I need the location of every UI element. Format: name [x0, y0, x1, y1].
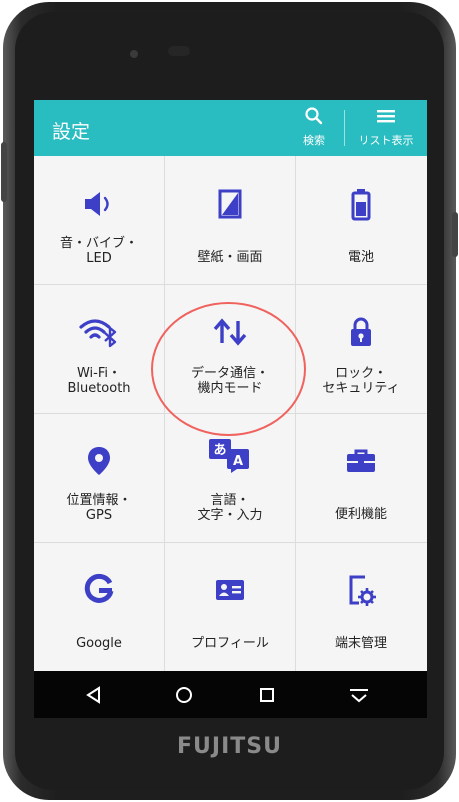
language-icon: あ A: [209, 439, 249, 473]
settings-item-label: Wi-Fi・ Bluetooth: [67, 366, 131, 396]
location-icon: [88, 447, 110, 475]
search-label: 検索: [303, 134, 325, 147]
settings-item-label: プロフィール: [191, 636, 269, 651]
recents-button[interactable]: [237, 671, 297, 718]
page-title: 設定: [52, 121, 91, 143]
toolbox-icon: [347, 449, 375, 472]
settings-item-label: 位置情報・ GPS: [66, 493, 132, 523]
navigation-bar: [34, 671, 427, 718]
back-icon: [86, 685, 100, 704]
power-side-button: [452, 212, 458, 257]
back-button[interactable]: [64, 671, 124, 718]
front-camera: [130, 50, 138, 58]
google-icon: [84, 573, 114, 603]
settings-item-label: 電池: [347, 250, 374, 265]
proximity-sensor: [168, 46, 190, 56]
settings-item-device-admin[interactable]: 端末管理: [296, 542, 426, 669]
home-button[interactable]: [154, 671, 214, 718]
volume-side-button: [1, 142, 7, 202]
svg-text:あ: あ: [213, 443, 226, 458]
dropdown-button[interactable]: [329, 671, 389, 718]
highlight-circle: [151, 302, 306, 436]
wifi-bluetooth-icon: [79, 319, 117, 348]
settings-item-google[interactable]: Google: [34, 542, 164, 669]
settings-item-label: 壁紙・画面: [197, 250, 263, 265]
settings-item-label: 便利機能: [334, 507, 387, 522]
settings-item-wifi-bluetooth[interactable]: Wi-Fi・ Bluetooth: [34, 284, 164, 411]
list-view-button[interactable]: リスト表示: [350, 106, 422, 152]
app-bar-divider: [344, 110, 345, 146]
settings-item-battery[interactable]: 電池: [296, 156, 426, 283]
grid-divider: [34, 542, 427, 543]
settings-item-location[interactable]: 位置情報・ GPS: [34, 413, 164, 540]
home-icon: [176, 686, 192, 703]
wallpaper-icon: [218, 189, 242, 219]
settings-item-label: Google: [76, 636, 122, 651]
svg-text:A: A: [233, 454, 243, 469]
dropdown-icon: [350, 688, 368, 702]
profile-icon: [216, 580, 244, 600]
app-bar: 設定 検索 リスト表示: [34, 100, 427, 156]
search-button[interactable]: 検索: [290, 106, 338, 152]
brand-logo: FUJITSU: [177, 734, 282, 759]
menu-icon: [377, 110, 395, 123]
device-admin-icon: [349, 575, 376, 606]
settings-item-label: ロック・ セキュリティ: [322, 366, 400, 396]
battery-icon: [351, 189, 371, 221]
settings-item-label: 音・バイブ・ LED: [59, 236, 138, 266]
recents-icon: [260, 687, 274, 702]
settings-item-label: 端末管理: [334, 636, 387, 651]
settings-item-label: 言語・ 文字・入力: [197, 493, 263, 523]
settings-item-wallpaper[interactable]: 壁紙・画面: [165, 156, 295, 283]
list-view-label: リスト表示: [358, 134, 414, 147]
settings-item-security[interactable]: ロック・ セキュリティ: [296, 284, 426, 411]
lock-icon: [351, 317, 371, 346]
settings-item-profile[interactable]: プロフィール: [165, 542, 295, 669]
search-icon: [305, 107, 323, 125]
grid-divider: [34, 284, 427, 285]
settings-item-sound[interactable]: 音・バイブ・ LED: [34, 156, 164, 283]
settings-item-convenience[interactable]: 便利機能: [296, 413, 426, 540]
volume-icon: [85, 192, 109, 216]
